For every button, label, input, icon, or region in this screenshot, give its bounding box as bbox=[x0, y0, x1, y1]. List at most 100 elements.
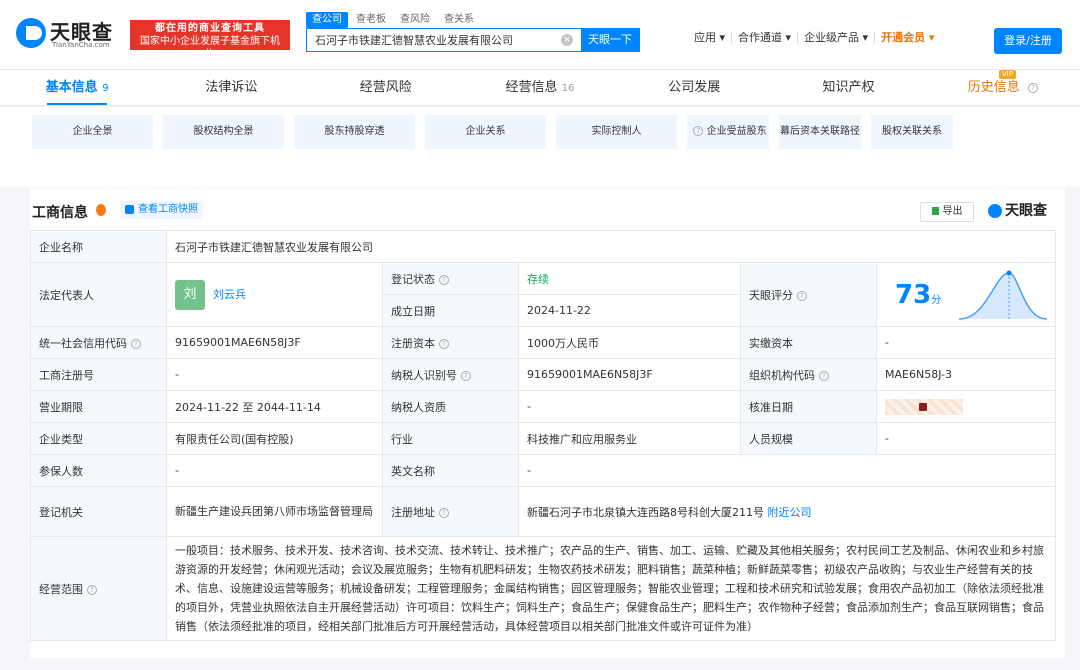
label-found-date: 成立日期 bbox=[382, 294, 519, 327]
label-text: 纳税人识别号 bbox=[391, 368, 457, 382]
help-icon[interactable]: ? bbox=[797, 290, 807, 301]
tianyancha-logo[interactable]: 天眼查 TianYanCha.com bbox=[16, 16, 126, 52]
subnav: 企业全景 股权结构全景 股东持股穿透 企业关系 实际控制人 ? 企业受益股东 幕… bbox=[32, 115, 953, 149]
help-icon[interactable]: ? bbox=[439, 338, 449, 349]
label-paid-capital: 实缴资本 bbox=[740, 326, 877, 359]
tab-ip[interactable]: 知识产权 bbox=[771, 70, 925, 105]
address-cell: 新疆石河子市北泉镇大连西路8号科创大厦211号 附近公司 bbox=[518, 486, 1056, 537]
logo-icon bbox=[16, 18, 46, 48]
search-button[interactable]: 天眼一下 bbox=[581, 29, 639, 51]
login-button[interactable]: 登录/注册 bbox=[994, 28, 1062, 54]
help-icon[interactable]: ? bbox=[819, 370, 829, 381]
legal-rep-cell: 刘刘云兵 bbox=[166, 262, 383, 327]
staff-size: - bbox=[876, 422, 1056, 455]
help-icon[interactable]: ? bbox=[461, 370, 471, 381]
nav-vip[interactable]: 开通会员 ▾ bbox=[875, 32, 940, 44]
subnav-equity-relation[interactable]: 股权关联关系 bbox=[871, 115, 953, 149]
subnav-overview[interactable]: 企业全景 bbox=[32, 115, 153, 149]
tab-legal[interactable]: 法律诉讼 bbox=[154, 70, 308, 105]
label-taxpayer-id: 纳税人识别号? bbox=[382, 358, 519, 391]
search-tab-risk[interactable]: 查风险 bbox=[394, 12, 436, 28]
search-tab-company[interactable]: 查公司 bbox=[306, 12, 348, 28]
label-text: 注册资本 bbox=[391, 336, 435, 350]
tab-basic-info[interactable]: 基本信息 9 bbox=[0, 70, 154, 105]
reg-status: 存续 bbox=[518, 262, 741, 295]
help-icon[interactable]: ? bbox=[87, 584, 97, 595]
tab-label: 基本信息 bbox=[45, 80, 98, 95]
label-insured: 参保人数 bbox=[30, 454, 167, 487]
taxpayer-qual: - bbox=[518, 390, 741, 423]
company-name: 石河子市铁建汇德智慧农业发展有限公司 bbox=[166, 230, 1056, 263]
business-scope: 一般项目：技术服务、技术开发、技术咨询、技术交流、技术转让、技术推广；农产品的生… bbox=[166, 536, 1056, 641]
tab-label: 历史信息 bbox=[967, 80, 1020, 95]
search-tab-relation[interactable]: 查关系 bbox=[438, 12, 480, 28]
score-value: 73 bbox=[895, 279, 932, 310]
company-type: 有限责任公司(国有控股) bbox=[166, 422, 383, 455]
label-credit-code: 统一社会信用代码? bbox=[30, 326, 167, 359]
subnav-controller[interactable]: 实际控制人 bbox=[556, 115, 677, 149]
subnav-equity-structure[interactable]: 股权结构全景 bbox=[163, 115, 284, 149]
tab-label: 知识产权 bbox=[822, 80, 875, 95]
subnav-label: 企业受益股东 bbox=[706, 126, 767, 137]
legal-rep-link[interactable]: 刘云兵 bbox=[213, 288, 246, 301]
slogan-line-1: 都在用的商业查询工具 bbox=[155, 23, 265, 34]
reg-no: - bbox=[166, 358, 383, 391]
locked-value[interactable] bbox=[885, 398, 963, 415]
help-icon[interactable]: ? bbox=[439, 274, 449, 285]
approve-date-locked[interactable] bbox=[876, 390, 1056, 423]
tab-label: 经营信息 bbox=[505, 80, 558, 95]
nav-partner[interactable]: 合作通道 ▾ bbox=[732, 32, 799, 44]
search-input[interactable] bbox=[307, 29, 553, 51]
label-type: 企业类型 bbox=[30, 422, 167, 455]
industry: 科技推广和应用服务业 bbox=[518, 422, 741, 455]
label-text: 统一社会信用代码 bbox=[39, 336, 127, 350]
brand-text: 天眼查 bbox=[1005, 203, 1047, 219]
slogan-line-2: 国家中小企业发展子基金旗下机构 bbox=[140, 36, 280, 60]
subnav-beneficiary[interactable]: ? 企业受益股东 bbox=[687, 115, 769, 149]
search-type-tabs: 查公司 查老板 查风险 查关系 bbox=[306, 12, 480, 28]
label-reg-status: 登记状态? bbox=[382, 262, 519, 295]
lock-icon bbox=[919, 402, 927, 411]
clear-icon[interactable]: × bbox=[561, 34, 573, 46]
tab-development[interactable]: 公司发展 bbox=[617, 70, 771, 105]
help-icon[interactable]: ? bbox=[131, 338, 141, 349]
tab-count: 9 bbox=[102, 83, 109, 94]
found-date: 2024-11-22 bbox=[518, 294, 741, 327]
nav-enterprise[interactable]: 企业级产品 ▾ bbox=[798, 32, 876, 44]
nav-apps[interactable]: 应用 ▾ bbox=[688, 32, 733, 44]
score-cell[interactable]: 73分 bbox=[876, 262, 1056, 327]
tab-business[interactable]: 经营信息 16 bbox=[463, 70, 617, 105]
help-icon: ? bbox=[693, 126, 704, 136]
export-button[interactable]: 导出 bbox=[920, 202, 974, 222]
label-reg-no: 工商注册号 bbox=[30, 358, 167, 391]
help-icon: ? bbox=[1027, 82, 1038, 93]
snapshot-button[interactable]: 查看工商快照 bbox=[120, 201, 203, 219]
tab-risk[interactable]: 经营风险 bbox=[309, 70, 463, 105]
logo-icon bbox=[988, 204, 1002, 218]
label-approve-date: 核准日期 bbox=[740, 390, 877, 423]
label-org-code: 组织机构代码? bbox=[740, 358, 877, 391]
tab-label: 法律诉讼 bbox=[205, 80, 258, 95]
tab-label: 经营风险 bbox=[359, 80, 412, 95]
tab-history[interactable]: 历史信息 ? VIP bbox=[926, 70, 1080, 105]
taxpayer-id: 91659001MAE6N58J3F bbox=[518, 358, 741, 391]
nearby-companies-link[interactable]: 附近公司 bbox=[768, 506, 812, 519]
search-bar: × 天眼一下 bbox=[306, 28, 640, 52]
label-industry: 行业 bbox=[382, 422, 519, 455]
org-code: MAE6N58J-3 bbox=[876, 358, 1056, 391]
english-name: - bbox=[518, 454, 1056, 487]
subnav-relations[interactable]: 企业关系 bbox=[425, 115, 546, 149]
score-curve-icon bbox=[958, 270, 1048, 320]
fire-icon bbox=[96, 204, 106, 216]
label-text: 组织机构代码 bbox=[749, 368, 815, 382]
business-info-table: 企业名称 石河子市铁建汇德智慧农业发展有限公司 法定代表人 刘刘云兵 登记状态?… bbox=[30, 230, 1056, 641]
logo-subtext: TianYanCha.com bbox=[52, 41, 110, 49]
tab-label: 公司发展 bbox=[668, 80, 721, 95]
subnav-capital-path[interactable]: 幕后资本关联路径 bbox=[779, 115, 861, 149]
tab-count: 16 bbox=[561, 83, 575, 94]
help-icon[interactable]: ? bbox=[439, 507, 449, 518]
subnav-shareholding[interactable]: 股东持股穿透 bbox=[294, 115, 415, 149]
paid-capital: - bbox=[876, 326, 1056, 359]
search-tab-boss[interactable]: 查老板 bbox=[350, 12, 392, 28]
label-term: 营业期限 bbox=[30, 390, 167, 423]
